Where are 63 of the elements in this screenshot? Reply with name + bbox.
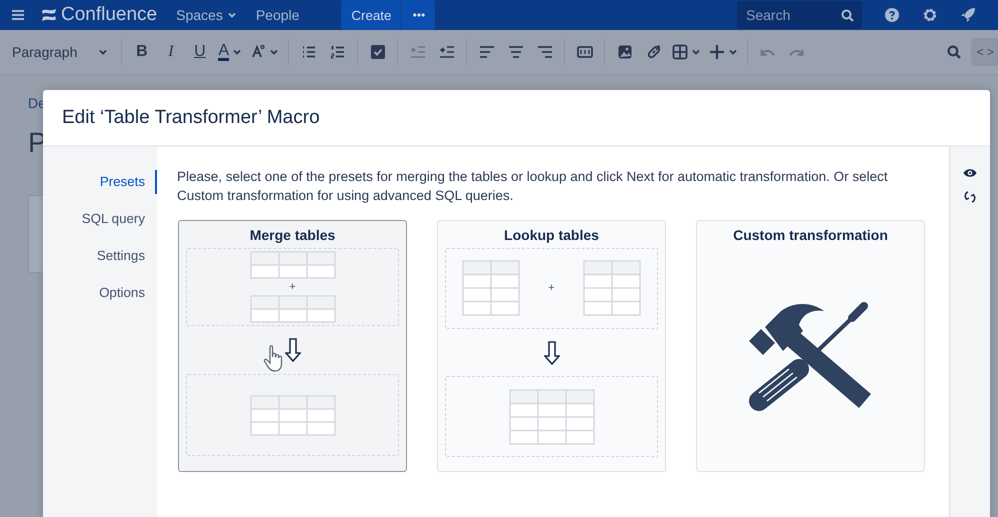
nav-tab[interactable]: Settings (43, 244, 157, 268)
logo-icon[interactable] (41, 7, 57, 23)
bold-button[interactable]: B (127, 37, 156, 67)
caret-icon (226, 10, 237, 20)
search-field[interactable]: Search (737, 1, 862, 29)
eye-icon[interactable] (963, 168, 977, 178)
caret-icon (269, 47, 280, 57)
numbered-list-icon (330, 44, 346, 60)
plus-sign: + (289, 281, 296, 293)
create-button[interactable]: Create (341, 0, 402, 30)
search-icon[interactable] (946, 45, 961, 59)
caret-icon (98, 47, 108, 57)
dialog-title: Edit ‘Table Transformer’ Macro (62, 106, 320, 128)
table-icon (672, 44, 688, 60)
nav-link[interactable]: People (256, 7, 300, 23)
card-title: Merge tables (248, 226, 336, 243)
preset-card[interactable]: Custom transformation (696, 220, 925, 472)
more-button[interactable]: ••• (401, 0, 436, 30)
card-title: Lookup tables (503, 226, 600, 243)
undo-icon (760, 48, 776, 56)
preset-card[interactable]: Lookup tables + (437, 220, 666, 472)
nav-link[interactable]: Spaces (176, 7, 237, 23)
down-arrow-icon (544, 340, 560, 364)
preset-card[interactable]: Merge tables + (178, 220, 407, 472)
search-icon[interactable] (841, 8, 854, 22)
align-center-icon (508, 44, 524, 60)
caret-icon (232, 47, 242, 57)
italic-button[interactable]: I (156, 37, 186, 67)
card-title: Custom transformation (732, 226, 889, 243)
underline-button[interactable]: U (185, 37, 214, 67)
help-icon[interactable] (884, 7, 900, 23)
rocket-icon[interactable] (960, 7, 976, 23)
menu-icon[interactable] (11, 9, 25, 21)
nav-tab[interactable]: SQL query (43, 207, 157, 231)
source-editor-button[interactable]: < > (970, 38, 998, 66)
product-name[interactable]: Confluence (61, 4, 158, 26)
instructions-text: Please, select one of the presets for merging the tables or lookup and click Next for automatic transformation. Or select Custom transformation for using advanced SQL queries. (177, 168, 889, 205)
image-icon (616, 44, 633, 60)
task-list-icon (370, 44, 386, 60)
bullet-list-icon (300, 44, 317, 60)
table-drawing (582, 260, 641, 316)
page-layout-icon (576, 44, 593, 60)
refresh-icon[interactable] (963, 190, 977, 204)
align-left-icon (478, 44, 495, 60)
outdent-icon (410, 44, 426, 60)
redo-icon (789, 48, 804, 56)
insert-icon (709, 44, 726, 60)
hand-cursor-icon (263, 345, 285, 373)
caret-icon (691, 47, 702, 57)
text-style-icon (250, 44, 266, 60)
caret-icon (728, 47, 738, 57)
down-arrow-icon (284, 338, 300, 362)
nav-tab[interactable]: Presets (43, 170, 157, 194)
style-select-button[interactable]: Paragraph (4, 37, 116, 67)
nav-tab[interactable]: Options (43, 281, 157, 305)
settings-icon[interactable] (922, 7, 938, 23)
text-color-button[interactable]: A (214, 37, 246, 67)
link-icon (646, 44, 662, 60)
table-drawing (462, 260, 520, 316)
hammer-screwdriver-icon (748, 300, 872, 412)
plus-sign: + (548, 282, 555, 294)
indent-icon (438, 44, 455, 60)
align-right-icon (536, 44, 553, 60)
